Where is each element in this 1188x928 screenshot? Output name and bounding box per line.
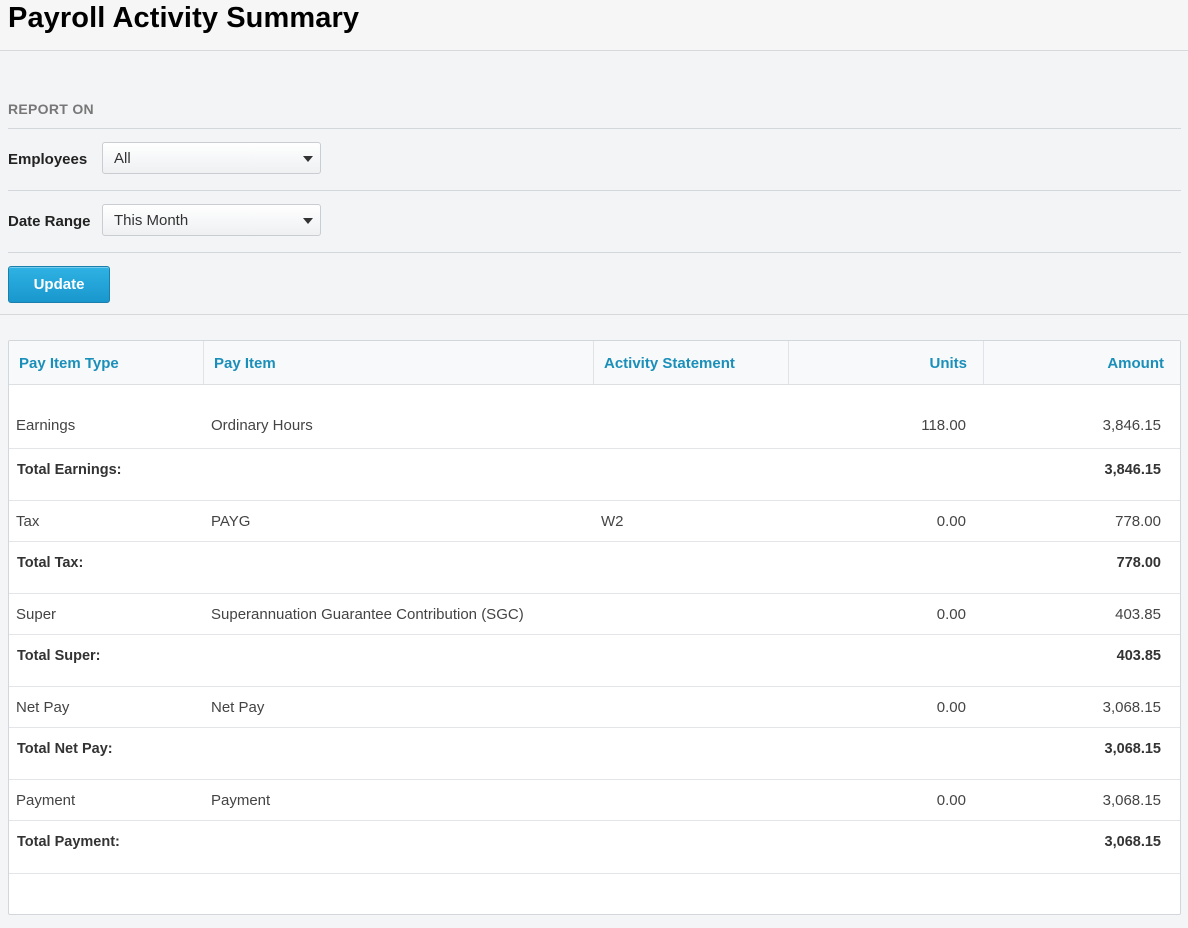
report-table: Pay Item Type Pay Item Activity Statemen…	[8, 340, 1181, 915]
update-button[interactable]: Update	[8, 266, 110, 303]
cell-amount: 3,068.15	[1102, 792, 1161, 809]
total-amount: 3,068.15	[1104, 834, 1161, 850]
total-row: Total Payment: 3,068.15	[9, 820, 1180, 862]
cell-units: 118.00	[921, 417, 966, 434]
cell-pay-item-type: Earnings	[16, 417, 76, 434]
page-header: Payroll Activity Summary	[0, 0, 1188, 51]
divider	[8, 252, 1181, 253]
cell-amount: 3,846.15	[1102, 417, 1161, 434]
cell-amount: 403.85	[1115, 606, 1161, 623]
total-label: Total Super:	[17, 648, 101, 664]
total-label: Total Net Pay:	[17, 741, 113, 757]
cell-pay-item-type: Super	[16, 606, 57, 623]
cell-amount: 778.00	[1115, 513, 1161, 530]
total-row: Total Earnings: 3,846.15	[9, 448, 1180, 490]
employees-select-value: All	[114, 150, 131, 167]
total-row: Total Super: 403.85	[9, 634, 1180, 676]
table-row: Super Superannuation Guarantee Contribut…	[9, 593, 1180, 635]
cell-units: 0.00	[936, 699, 966, 716]
total-row: Total Tax: 778.00	[9, 541, 1180, 583]
employees-select[interactable]: All	[102, 142, 321, 174]
cell-pay-item: Net Pay	[211, 699, 265, 716]
cell-pay-item: Ordinary Hours	[211, 417, 313, 434]
total-row: Total Net Pay: 3,068.15	[9, 727, 1180, 769]
date-range-select-value: This Month	[114, 212, 189, 229]
column-header-units[interactable]: Units	[789, 341, 984, 384]
total-amount: 778.00	[1116, 555, 1161, 571]
divider	[8, 190, 1181, 191]
column-header-pay-item-type[interactable]: Pay Item Type	[9, 341, 204, 384]
cell-pay-item: Payment	[211, 792, 271, 809]
total-amount: 3,846.15	[1104, 462, 1161, 478]
total-amount: 3,068.15	[1104, 741, 1161, 757]
report-on-label: REPORT ON	[8, 101, 94, 117]
total-label: Total Tax:	[17, 555, 84, 571]
cell-units: 0.00	[936, 792, 966, 809]
table-row: Earnings Ordinary Hours 118.00 3,846.15	[9, 405, 1180, 447]
cell-activity-statement: W2	[601, 513, 624, 530]
chevron-down-icon	[303, 218, 313, 224]
chevron-down-icon	[303, 156, 313, 162]
table-row: Payment Payment 0.00 3,068.15	[9, 779, 1180, 821]
column-header-activity-statement[interactable]: Activity Statement	[594, 341, 789, 384]
table-row: Tax PAYG W2 0.00 778.00	[9, 500, 1180, 542]
divider	[8, 128, 1181, 129]
table-header: Pay Item Type Pay Item Activity Statemen…	[9, 341, 1180, 385]
column-header-pay-item[interactable]: Pay Item	[204, 341, 594, 384]
total-label: Total Payment:	[17, 834, 120, 850]
cell-units: 0.00	[936, 513, 966, 530]
total-amount: 403.85	[1116, 648, 1161, 664]
column-header-amount[interactable]: Amount	[984, 341, 1180, 384]
divider	[9, 873, 1180, 874]
cell-pay-item-type: Payment	[16, 792, 76, 809]
employees-label: Employees	[8, 151, 88, 168]
report-filters: REPORT ON Employees All Date Range This …	[0, 52, 1188, 315]
cell-amount: 3,068.15	[1102, 699, 1161, 716]
total-label: Total Earnings:	[17, 462, 122, 478]
page-title: Payroll Activity Summary	[8, 2, 360, 34]
cell-units: 0.00	[936, 606, 966, 623]
cell-pay-item-type: Tax	[16, 513, 40, 530]
cell-pay-item: PAYG	[211, 513, 251, 530]
date-range-select[interactable]: This Month	[102, 204, 321, 236]
cell-pay-item-type: Net Pay	[16, 699, 70, 716]
date-range-label: Date Range	[8, 213, 91, 230]
table-row: Net Pay Net Pay 0.00 3,068.15	[9, 686, 1180, 728]
cell-pay-item: Superannuation Guarantee Contribution (S…	[211, 606, 524, 623]
